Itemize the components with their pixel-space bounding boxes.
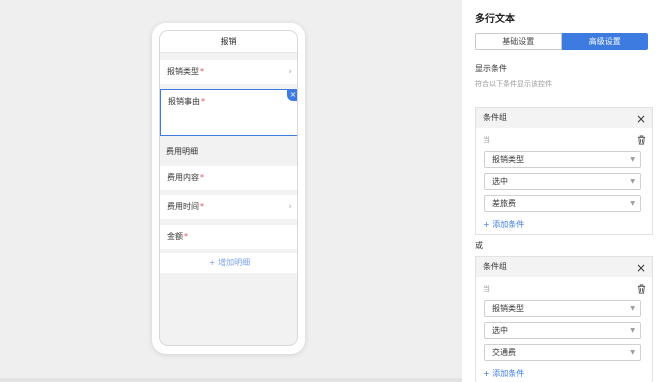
chevron-down-icon: ▼ (630, 156, 635, 163)
condition-group-title: 条件组 (483, 262, 507, 271)
condition-group-header: 条件组 × (476, 257, 652, 277)
required-mark: * (200, 67, 204, 76)
condition-group: 条件组 × 当 报销类型 ▼ 选中 ▼ 差旅费 ▼ + 添加条件 (475, 107, 653, 235)
trash-icon[interactable] (637, 135, 646, 145)
chevron-down-icon: ▼ (630, 349, 635, 356)
chevron-down-icon: ▼ (630, 327, 635, 334)
select-value: 交通费 (492, 348, 516, 357)
value-select[interactable]: 交通费 ▼ (484, 344, 641, 361)
close-icon[interactable]: × (636, 258, 646, 278)
close-icon[interactable]: × (636, 109, 646, 129)
required-mark: * (184, 232, 188, 241)
field-expense-time[interactable]: 费用时间* › (160, 195, 297, 219)
add-condition-button[interactable]: + 添加条件 (483, 368, 524, 379)
field-label: 报销事由 (168, 97, 200, 106)
when-label: 当 (483, 285, 490, 293)
show-condition-heading: 显示条件 (475, 64, 507, 73)
horizontal-scrollbar[interactable] (0, 378, 462, 382)
close-icon[interactable]: × (287, 89, 297, 101)
chevron-down-icon: ▼ (630, 305, 635, 312)
select-value: 差旅费 (492, 199, 516, 208)
when-label: 当 (483, 136, 490, 144)
condition-group: 条件组 × 当 报销类型 ▼ 选中 ▼ 交通费 ▼ + 添加条件 (475, 256, 653, 382)
required-mark: * (200, 202, 204, 211)
field-label: 金额 (167, 232, 183, 241)
operator-select[interactable]: 选中 ▼ (484, 173, 641, 190)
field-label: 费用时间 (167, 202, 199, 211)
field-reimbursement-reason[interactable]: 报销事由* × (160, 89, 297, 136)
select-value: 选中 (492, 326, 508, 335)
select-value: 报销类型 (492, 304, 524, 313)
field-label: 费用内容 (167, 173, 199, 182)
trash-icon[interactable] (637, 284, 646, 294)
chevron-right-icon: › (288, 202, 292, 212)
select-value: 选中 (492, 177, 508, 186)
section-label-expense-details: 费用明细 (166, 147, 198, 156)
show-condition-hint: 符合以下条件显示该控件 (475, 80, 552, 88)
add-detail-button[interactable]: + 增加明细 (160, 253, 297, 273)
phone-screen: 报销 报销类型* › 报销事由* × 费用明细 费用内容* 费用时间* › 金额… (159, 30, 298, 346)
select-value: 报销类型 (492, 155, 524, 164)
field-expense-content[interactable]: 费用内容* (160, 166, 297, 190)
required-mark: * (201, 97, 205, 106)
or-label: 或 (475, 241, 483, 250)
condition-group-title: 条件组 (483, 113, 507, 122)
chevron-down-icon: ▼ (630, 200, 635, 207)
field-amount[interactable]: 金额* (160, 225, 297, 249)
tab-advanced-settings[interactable]: 高级设置 (561, 33, 648, 50)
form-canvas: 报销 报销类型* › 报销事由* × 费用明细 费用内容* 费用时间* › 金额… (0, 0, 462, 382)
settings-tabs: 基础设置 高级设置 (475, 33, 648, 50)
field-select[interactable]: 报销类型 ▼ (484, 300, 641, 317)
chevron-right-icon: › (288, 67, 292, 77)
field-select[interactable]: 报销类型 ▼ (484, 151, 641, 168)
field-reimbursement-type[interactable]: 报销类型* › (160, 60, 297, 84)
field-label: 报销类型 (167, 67, 199, 76)
phone-frame: 报销 报销类型* › 报销事由* × 费用明细 费用内容* 费用时间* › 金额… (152, 23, 305, 354)
settings-panel: 多行文本 基础设置 高级设置 显示条件 符合以下条件显示该控件 条件组 × 当 … (462, 0, 658, 382)
operator-select[interactable]: 选中 ▼ (484, 322, 641, 339)
chevron-down-icon: ▼ (630, 178, 635, 185)
required-mark: * (200, 173, 204, 182)
form-title: 报销 (160, 31, 297, 53)
value-select[interactable]: 差旅费 ▼ (484, 195, 641, 212)
panel-title: 多行文本 (475, 14, 515, 25)
condition-group-header: 条件组 × (476, 108, 652, 128)
add-condition-button[interactable]: + 添加条件 (483, 219, 524, 230)
tab-basic-settings[interactable]: 基础设置 (475, 33, 562, 50)
